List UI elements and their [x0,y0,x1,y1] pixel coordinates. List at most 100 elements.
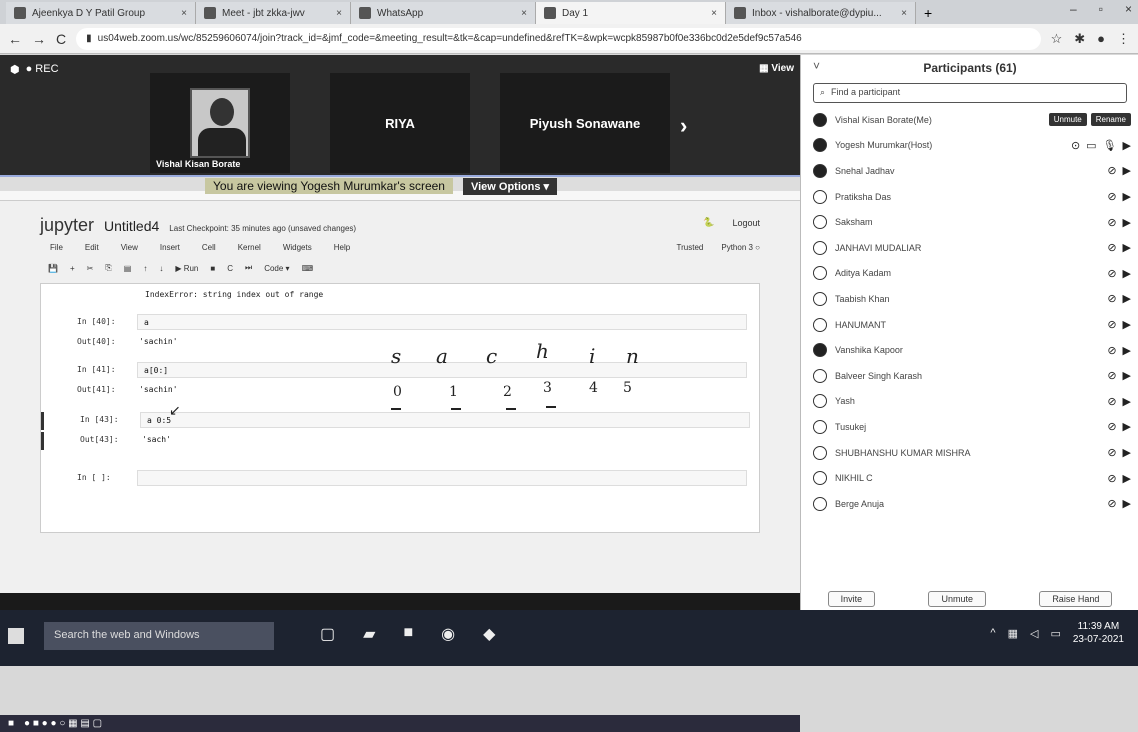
menu-kernel[interactable]: Kernel [238,243,261,252]
tray-expand-icon[interactable]: ^ [990,627,995,639]
app-icon[interactable]: ◆ [483,624,495,644]
menu-file[interactable]: File [50,243,63,252]
video-tile[interactable]: Vishal Kisan Borate [150,73,290,173]
participant-row[interactable]: Aditya Kadam ⊘ ▶ [813,261,1131,287]
forward-icon[interactable]: → [32,31,46,47]
browser-tab-active[interactable]: Day 1 × [536,2,726,24]
restart-run-icon[interactable]: ⏭ [245,263,252,273]
cell-type-select[interactable]: Code ▾ [264,264,289,273]
view-button[interactable]: ▦ View [759,63,794,74]
code-input[interactable]: a [137,314,747,330]
browser-tab[interactable]: Ajeenkya D Y Patil Group × [6,2,196,24]
cut-icon[interactable]: ✂ [87,264,94,273]
close-icon[interactable]: × [711,8,717,19]
browser-tab[interactable]: Meet - jbt zkka-jwv × [196,2,351,24]
participant-row[interactable]: Tusukej ⊘ ▶ [813,414,1131,440]
profile-icon[interactable]: ● [1097,31,1105,47]
view-options-button[interactable]: View Options ▾ [462,177,558,195]
notification-icon[interactable]: ▭ [1050,627,1060,640]
video-tile[interactable]: Piyush Sonawane [500,73,670,173]
participant-row[interactable]: Vanshika Kapoor ⊘ ▶ [813,337,1131,363]
participant-list: Vishal Kisan Borate(Me) Unmute Rename Yo… [813,107,1131,517]
code-cell[interactable]: In [40]: a [41,314,761,332]
participant-row[interactable]: SHUBHANSHU KUMAR MISHRA ⊘ ▶ [813,440,1131,466]
add-cell-icon[interactable]: + [70,264,75,273]
restart-icon[interactable]: C [227,264,233,273]
close-icon[interactable]: × [521,8,527,19]
star-icon[interactable]: ☆ [1051,31,1063,47]
video-tile[interactable]: RIYA [330,73,470,173]
run-button[interactable]: ▶ Run [175,264,198,273]
next-page-icon[interactable]: › [680,113,687,139]
video-off-icon: ▶ [1122,165,1131,178]
menu-icon[interactable]: ⋮ [1117,31,1130,47]
network-icon[interactable]: ▦ [1008,627,1018,640]
reload-icon[interactable]: C [56,31,66,47]
menu-insert[interactable]: Insert [160,243,180,252]
code-cell-selected[interactable]: In [43]: a 0:5 [41,412,761,430]
close-window-icon[interactable]: × [1125,2,1132,16]
chrome-icon[interactable]: ◉ [441,624,455,644]
handwriting-letter: c [486,344,498,368]
invite-button[interactable]: Invite [827,590,876,607]
code-input[interactable]: a 0:5 [140,412,750,428]
explorer-icon[interactable]: ▰ [363,624,375,644]
notebook-title[interactable]: Untitled4 [104,218,159,234]
minimize-icon[interactable]: – [1070,2,1077,16]
taskbar-search-input[interactable]: Search the web and Windows [44,622,274,650]
participant-row[interactable]: NIKHIL C ⊘ ▶ [813,465,1131,491]
back-icon[interactable]: ← [8,31,22,47]
move-up-icon[interactable]: ↑ [143,264,147,273]
menu-cell[interactable]: Cell [202,243,216,252]
new-tab-icon[interactable]: + [916,2,940,24]
output-text: 'sach' [142,435,171,444]
participant-row[interactable]: Taabish Khan ⊘ ▶ [813,286,1131,312]
menu-widgets[interactable]: Widgets [283,243,312,252]
trusted-badge[interactable]: Trusted [677,243,704,252]
participant-search-input[interactable]: ⌕ Find a participant [813,83,1127,103]
clock[interactable]: 11:39 AM 23-07-2021 [1073,620,1124,646]
unmute-me-button[interactable]: Unmute [928,590,986,607]
menu-help[interactable]: Help [334,243,350,252]
browser-tab[interactable]: Inbox - vishalborate@dypiu... × [726,2,916,24]
close-icon[interactable]: × [336,8,342,19]
close-icon[interactable]: × [181,8,187,19]
participant-row[interactable]: Snehal Jadhav ⊘ ▶ [813,158,1131,184]
participant-row[interactable]: Pratiksha Das ⊘ ▶ [813,184,1131,210]
raise-hand-button[interactable]: Raise Hand [1039,590,1113,607]
windows-start-icon[interactable] [8,628,24,644]
volume-icon[interactable]: ◁ [1030,627,1038,640]
mic-muted-icon: ⊘ [1107,267,1117,280]
participant-row[interactable]: Vishal Kisan Borate(Me) Unmute Rename [813,107,1131,133]
move-down-icon[interactable]: ↓ [159,264,163,273]
keyboard-icon[interactable]: ⌨ [302,264,314,273]
rename-button[interactable]: Rename [1090,113,1131,127]
shield-icon[interactable]: ⬢ [10,63,20,76]
menu-edit[interactable]: Edit [85,243,99,252]
participant-row[interactable]: HANUMANT ⊘ ▶ [813,312,1131,338]
close-icon[interactable]: × [901,8,907,19]
logout-button[interactable]: Logout [732,218,760,228]
handwriting-letter: h [536,339,549,363]
participant-row[interactable]: Yash ⊘ ▶ [813,389,1131,415]
task-view-icon[interactable]: ▢ [320,624,335,644]
maximize-icon[interactable]: ▫ [1099,2,1103,16]
unmute-button[interactable]: Unmute [1048,113,1087,127]
extension-icon[interactable]: ✱ [1074,31,1085,47]
store-icon[interactable]: ■ [403,624,413,644]
code-input[interactable] [137,470,747,486]
rec-icon[interactable]: ● REC [26,63,59,76]
participant-row[interactable]: Balveer Singh Karash ⊘ ▶ [813,363,1131,389]
browser-tab[interactable]: WhatsApp × [351,2,536,24]
url-field[interactable]: ▮ us04web.zoom.us/wc/85259606074/join?tra… [76,27,1041,50]
copy-icon[interactable]: ⎘ [105,263,111,273]
menu-view[interactable]: View [121,243,138,252]
save-icon[interactable]: 💾 [48,264,58,273]
participant-row[interactable]: JANHAVI MUDALIAR ⊘ ▶ [813,235,1131,261]
stop-icon[interactable]: ■ [210,264,215,273]
paste-icon[interactable]: ▤ [124,264,132,273]
participant-row[interactable]: Saksham ⊘ ▶ [813,209,1131,235]
participant-row[interactable]: Berge Anuja ⊘ ▶ [813,491,1131,517]
code-cell[interactable]: In [ ]: [41,470,761,488]
participant-row[interactable]: Yogesh Murumkar(Host) ⊙ ▭ 🎙 ▶ [813,133,1131,159]
